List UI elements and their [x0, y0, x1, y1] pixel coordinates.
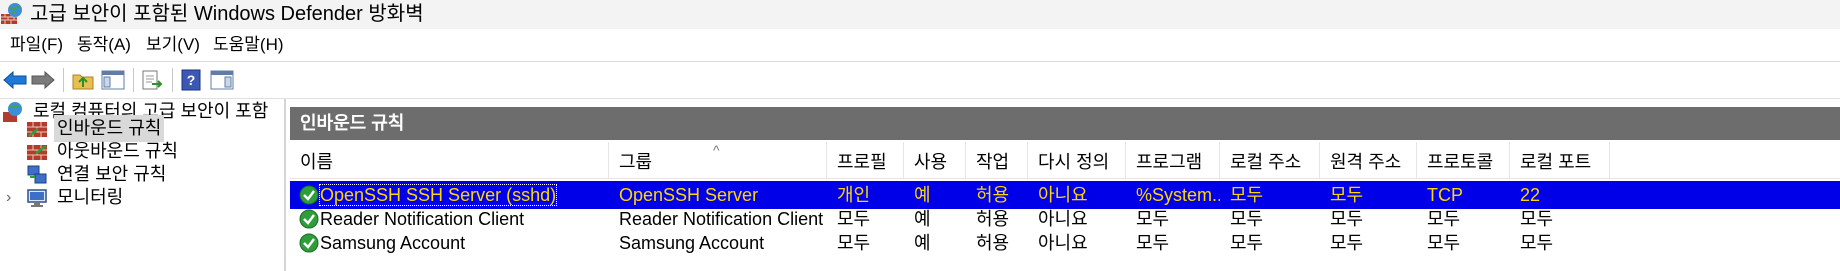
table-row[interactable]: Samsung Account Samsung Account 모두 예 허용 …: [290, 229, 1840, 257]
show-hide-action-pane-icon: [210, 70, 234, 90]
show-hide-action-pane-button[interactable]: [207, 65, 237, 95]
title-bar: 고급 보안이 포함된 Windows Defender 방화벽: [0, 0, 1840, 29]
menu-file[interactable]: 파일(F): [10, 34, 63, 56]
sort-ascending-icon: ^: [713, 142, 720, 158]
menu-action[interactable]: 동작(A): [77, 34, 131, 56]
outbound-rules-icon: [27, 144, 47, 160]
column-header-remote-address[interactable]: 원격 주소: [1320, 142, 1417, 178]
menu-bar: 파일(F) 동작(A) 보기(V) 도움말(H): [0, 30, 1840, 62]
cell-group: Samsung Account: [619, 233, 765, 253]
column-header-local-port[interactable]: 로컬 포트: [1510, 142, 1610, 178]
tree-item-label: 모니터링: [57, 187, 124, 207]
toolbar-separator: [133, 68, 134, 92]
back-arrow-icon: [3, 70, 27, 90]
up-level-button[interactable]: [68, 65, 98, 95]
up-folder-icon: [72, 74, 94, 90]
inbound-rules-icon: [27, 122, 47, 137]
cell-local-port: 모두: [1520, 233, 1554, 253]
forward-arrow-icon: [31, 70, 55, 90]
column-header-enabled[interactable]: 사용: [904, 142, 966, 178]
export-list-icon: [142, 70, 163, 90]
toolbar-separator: [63, 68, 64, 92]
cell-name: Samsung Account: [320, 233, 466, 253]
cell-local-address: 모두: [1230, 233, 1264, 253]
help-icon: ?: [181, 69, 201, 91]
panel-header: 인바운드 규칙: [290, 107, 1840, 140]
menu-help[interactable]: 도움말(H): [213, 34, 284, 56]
column-header-action[interactable]: 작업: [966, 142, 1028, 178]
menu-view[interactable]: 보기(V): [146, 34, 200, 56]
rule-name: OpenSSH SSH Server (sshd): [318, 184, 558, 206]
firewall-globe-icon: [1, 3, 22, 24]
firewall-globe-icon: [3, 102, 22, 122]
result-pane: 인바운드 규칙 이름 그룹 ^ 프로필 사용 작업 다시 정의 프로그램 로컬 …: [288, 99, 1840, 271]
cell-enabled: 예: [914, 233, 931, 253]
cell-remote-address: 모두: [1330, 233, 1364, 253]
export-list-button[interactable]: [137, 65, 167, 95]
column-header-local-address[interactable]: 로컬 주소: [1220, 142, 1320, 178]
back-button[interactable]: [0, 65, 30, 95]
cell-profile: 모두: [837, 233, 871, 253]
svg-text:?: ?: [187, 72, 196, 88]
show-hide-console-tree-button[interactable]: [98, 65, 128, 95]
column-header-program[interactable]: 프로그램: [1126, 142, 1220, 178]
show-hide-console-tree-icon: [101, 70, 125, 90]
console-tree: 로컬 컴퓨터의 고급 보안이 포함 인바운드 규칙 아웃바운드 규칙 연결 보안…: [0, 99, 286, 271]
toolbar: ?: [0, 62, 1840, 99]
column-header-profile[interactable]: 프로필: [827, 142, 904, 178]
cell-override: 아니요: [1038, 233, 1088, 253]
forward-button[interactable]: [28, 65, 58, 95]
chevron-right-icon[interactable]: ›: [6, 184, 11, 211]
connection-security-icon: [27, 165, 47, 184]
column-header-row: 이름 그룹 ^ 프로필 사용 작업 다시 정의 프로그램 로컬 주소 원격 주소…: [290, 142, 1840, 179]
cell-action: 허용: [976, 233, 1010, 253]
monitoring-icon: [27, 189, 47, 207]
window-title: 고급 보안이 포함된 Windows Defender 방화벽: [30, 3, 424, 25]
column-header-protocol[interactable]: 프로토콜: [1417, 142, 1510, 178]
column-header-name[interactable]: 이름: [290, 142, 609, 178]
toolbar-separator: [172, 68, 173, 92]
cell-program: 모두: [1136, 233, 1170, 253]
column-header-override[interactable]: 다시 정의: [1028, 142, 1126, 178]
help-button[interactable]: ?: [176, 65, 206, 95]
cell-protocol: 모두: [1427, 233, 1461, 253]
panel-title: 인바운드 규칙: [300, 113, 405, 133]
